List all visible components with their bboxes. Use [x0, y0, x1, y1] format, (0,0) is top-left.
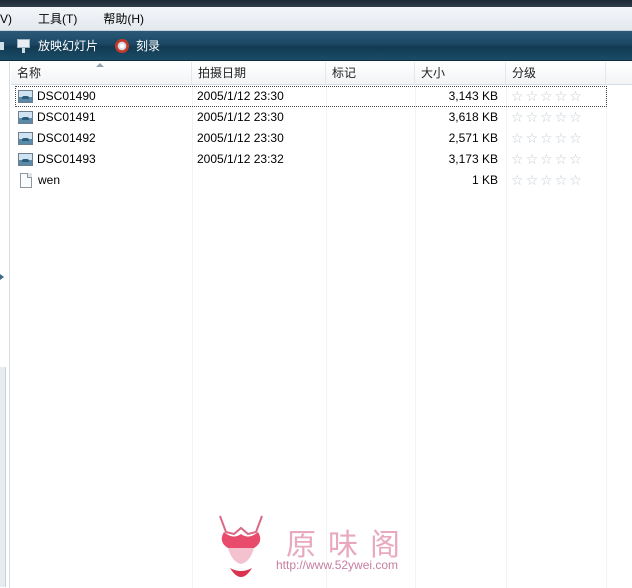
file-date: 2005/1/12 23:32: [197, 152, 284, 166]
rating-star-icon[interactable]: ☆: [511, 86, 524, 107]
file-size: 3,173 KB: [448, 152, 498, 166]
rating-star-icon[interactable]: ☆: [555, 86, 568, 107]
column-tags-label: 标记: [332, 66, 357, 80]
rating-star-icon[interactable]: ☆: [555, 107, 568, 128]
rating-star-icon[interactable]: ☆: [526, 128, 539, 149]
file-size: 3,618 KB: [448, 110, 498, 124]
rating-star-icon[interactable]: ☆: [511, 128, 524, 149]
column-header-rating[interactable]: 分级: [506, 62, 606, 85]
rating-star-icon[interactable]: ☆: [540, 86, 553, 107]
rating-star-icon[interactable]: ☆: [511, 107, 524, 128]
rating-star-icon[interactable]: ☆: [569, 86, 582, 107]
column-rating-label: 分级: [512, 66, 537, 80]
rating-star-icon[interactable]: ☆: [569, 128, 582, 149]
rating-star-icon[interactable]: ☆: [526, 107, 539, 128]
watermark-logo: [219, 515, 263, 577]
navigation-scrollbar[interactable]: [0, 367, 6, 587]
pane-expand-icon[interactable]: [0, 274, 4, 280]
file-date: 2005/1/12 23:30: [197, 110, 284, 124]
file-name-cell: DSC01490: [18, 86, 96, 107]
slideshow-button[interactable]: 放映幻灯片: [16, 37, 98, 54]
file-name: DSC01491: [37, 110, 96, 124]
image-file-icon: [18, 132, 33, 145]
file-row[interactable]: DSC01492 2005/1/12 23:30 2,571 KB ☆ ☆ ☆ ☆ ☆: [15, 128, 607, 149]
rating-star-icon[interactable]: ☆: [526, 86, 539, 107]
file-name: DSC01493: [37, 152, 96, 166]
menu-bar: V) 工具(T) 帮助(H): [0, 7, 632, 31]
column-date-label: 拍摄日期: [198, 66, 247, 80]
column-header-date[interactable]: 拍摄日期: [192, 62, 326, 85]
file-date: 2005/1/12 23:30: [197, 89, 284, 103]
rating-star-icon[interactable]: ☆: [511, 149, 524, 170]
sort-ascending-icon: [96, 63, 104, 67]
file-name: DSC01492: [37, 131, 96, 145]
menu-tools[interactable]: 工具(T): [38, 10, 89, 27]
file-rating: ☆ ☆ ☆ ☆ ☆: [511, 170, 584, 191]
rating-star-icon[interactable]: ☆: [540, 128, 553, 149]
column-header-name[interactable]: 名称: [11, 62, 192, 85]
file-name-cell: DSC01493: [18, 149, 96, 170]
file-size: 1 KB: [471, 173, 498, 187]
rating-star-icon[interactable]: ☆: [540, 107, 553, 128]
file-row[interactable]: DSC01490 2005/1/12 23:30 3,143 KB ☆ ☆ ☆ ☆ ☆: [15, 86, 607, 107]
file-name-cell: wen: [18, 170, 60, 191]
menu-help[interactable]: 帮助(H): [103, 10, 156, 27]
file-name: DSC01490: [37, 89, 96, 103]
window-top-edge: [0, 0, 632, 7]
file-row[interactable]: DSC01493 2005/1/12 23:32 3,173 KB ☆ ☆ ☆ ☆ ☆: [15, 149, 607, 170]
rating-star-icon[interactable]: ☆: [526, 170, 539, 191]
rating-star-icon[interactable]: ☆: [555, 128, 568, 149]
image-file-icon: [18, 90, 33, 103]
file-rating: ☆ ☆ ☆ ☆ ☆: [511, 107, 584, 128]
file-rating: ☆ ☆ ☆ ☆ ☆: [511, 149, 584, 170]
toolbar-overflow-edge: [0, 42, 4, 50]
rating-star-icon[interactable]: ☆: [555, 170, 568, 191]
text-file-icon: [20, 173, 32, 188]
navigation-pane-edge: [0, 62, 10, 588]
file-size: 3,143 KB: [448, 89, 498, 103]
file-list: DSC01490 2005/1/12 23:30 3,143 KB ☆ ☆ ☆ ☆ ☆ DSC0…: [15, 86, 607, 191]
file-date: 2005/1/12 23:30: [197, 131, 284, 145]
file-rating: ☆ ☆ ☆ ☆ ☆: [511, 128, 584, 149]
file-row[interactable]: wen 1 KB ☆ ☆ ☆ ☆ ☆: [15, 170, 607, 191]
column-header-size[interactable]: 大小: [415, 62, 506, 85]
column-header-tags[interactable]: 标记: [326, 62, 415, 85]
rating-star-icon[interactable]: ☆: [511, 170, 524, 191]
file-name: wen: [38, 173, 61, 187]
burn-label: 刻录: [136, 39, 161, 53]
file-row[interactable]: DSC01491 2005/1/12 23:30 3,618 KB ☆ ☆ ☆ ☆ ☆: [15, 107, 607, 128]
rating-star-icon[interactable]: ☆: [555, 149, 568, 170]
menu-view[interactable]: V): [0, 12, 24, 26]
watermark-url: http://www.52ywei.com: [276, 558, 399, 572]
rating-star-icon[interactable]: ☆: [569, 170, 582, 191]
rating-star-icon[interactable]: ☆: [569, 107, 582, 128]
command-bar: 放映幻灯片 刻录: [0, 31, 632, 61]
column-size-label: 大小: [421, 66, 446, 80]
image-file-icon: [18, 153, 33, 166]
rating-star-icon[interactable]: ☆: [540, 170, 553, 191]
file-rating: ☆ ☆ ☆ ☆ ☆: [511, 86, 584, 107]
burn-disc-icon: [114, 38, 130, 54]
column-name-label: 名称: [17, 66, 42, 80]
rating-star-icon[interactable]: ☆: [569, 149, 582, 170]
file-name-cell: DSC01491: [18, 107, 96, 128]
burn-button[interactable]: 刻录: [114, 37, 160, 54]
image-file-icon: [18, 111, 33, 124]
file-size: 2,571 KB: [448, 131, 498, 145]
file-name-cell: DSC01492: [18, 128, 96, 149]
rating-star-icon[interactable]: ☆: [540, 149, 553, 170]
rating-star-icon[interactable]: ☆: [526, 149, 539, 170]
column-header-row: 名称 拍摄日期 标记 大小 分级: [11, 62, 632, 85]
slideshow-label: 放映幻灯片: [38, 39, 99, 53]
slideshow-icon: [16, 38, 32, 54]
